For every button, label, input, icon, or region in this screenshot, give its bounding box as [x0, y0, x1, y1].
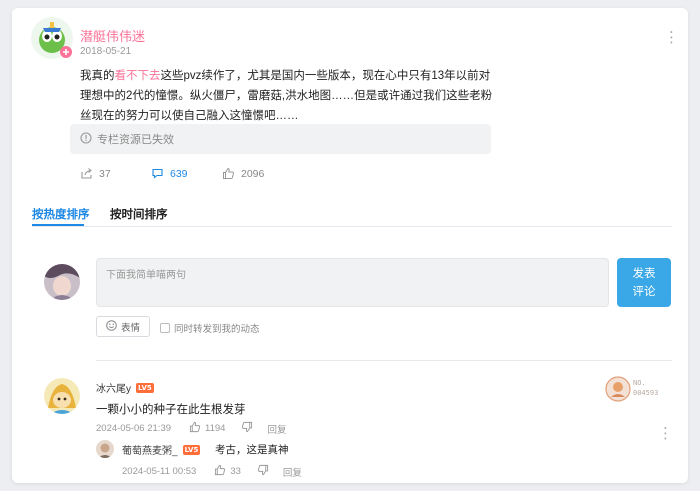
fan-number-value: 004593	[633, 389, 659, 397]
post-comment-button[interactable]: 发表 评论	[617, 258, 671, 307]
author-avatar[interactable]	[30, 16, 74, 60]
comment-time: 2024-05-06 21:39	[96, 423, 172, 434]
thumbs-down-icon	[241, 421, 253, 436]
post-text-highlight: 看不下去	[114, 70, 161, 82]
comment-like-button[interactable]: 1194	[189, 421, 225, 436]
reply-dislike-button[interactable]	[257, 464, 269, 479]
level-badge: LV5	[136, 382, 154, 393]
post-date: 2018-05-21	[80, 46, 132, 57]
expired-label: 专栏资源已失效	[97, 134, 174, 146]
comment-reply-button[interactable]: 回复	[267, 422, 286, 436]
post-text-start: 我真的	[80, 70, 115, 82]
post-comment-label: 发表 评论	[633, 265, 656, 301]
post-text: 我真的看不下去这些pvz续作了，尤其是国内一些版本，现在心中只有13年以前对理想…	[80, 66, 500, 126]
share-icon	[80, 167, 93, 180]
comment-count: 639	[170, 167, 188, 180]
composer-divider	[96, 360, 672, 361]
reply-user-name[interactable]: 葡萄燕麦粥_	[122, 442, 178, 457]
reply-time: 2024-05-11 00:53	[122, 466, 197, 477]
smiley-icon	[106, 319, 117, 334]
commenter-info: 冰六尾y LV5	[96, 380, 154, 395]
expired-resource-notice: 专栏资源已失效	[70, 124, 491, 154]
emoji-button[interactable]: 表情	[96, 316, 150, 337]
thumbs-up-icon	[189, 421, 201, 436]
thumbs-down-icon	[257, 464, 269, 479]
thumbs-up-icon	[214, 464, 226, 479]
post-comment-label-line2: 评论	[632, 285, 656, 298]
emoji-label: 表情	[120, 322, 140, 334]
thumbs-up-icon	[222, 167, 235, 180]
tab-hot[interactable]: 按热度排序	[32, 206, 90, 222]
tab-time[interactable]: 按时间排序	[110, 206, 168, 222]
share-count: 37	[99, 167, 111, 180]
reply-meta: 2024-05-11 00:53 33 回复	[122, 464, 302, 479]
reply-avatar[interactable]	[96, 440, 114, 458]
share-button[interactable]: 37	[80, 167, 111, 180]
current-user-avatar	[44, 264, 80, 300]
fan-number-badge: NO. 004593	[605, 374, 669, 404]
fan-number-prefix: NO.	[633, 379, 646, 387]
more-options-icon[interactable]: ⋮	[664, 30, 679, 45]
comment-button[interactable]: 639	[151, 167, 188, 180]
comment-input[interactable]	[96, 258, 609, 307]
repost-checkbox[interactable]	[160, 323, 170, 333]
commenter-avatar[interactable]	[44, 378, 80, 414]
repost-label: 同时转发到我的动态	[174, 324, 260, 335]
post-comment-label-line1: 发表	[632, 267, 656, 280]
commenter-name[interactable]: 冰六尾y	[96, 380, 131, 395]
reply-text: 考古，这是真神	[215, 444, 289, 456]
like-count: 2096	[241, 167, 265, 180]
like-button[interactable]: 2096	[222, 167, 264, 180]
comment-like-count: 1194	[205, 423, 226, 434]
comment-dislike-button[interactable]	[241, 421, 253, 436]
author-name[interactable]: 潜艇伟伟迷	[80, 26, 145, 45]
reply-like-button[interactable]: 33	[214, 464, 241, 479]
reply-reply-button[interactable]: 回复	[283, 465, 302, 479]
comment-icon	[151, 167, 164, 180]
comment-meta: 2024-05-06 21:39 1194 回复	[96, 421, 286, 436]
reply-user-info: 葡萄燕麦粥_ LV5	[122, 442, 201, 457]
reply-level-badge: LV5	[182, 444, 201, 455]
comment-text: 一颗小小的种子在此生根发芽	[96, 404, 246, 416]
tab-divider	[32, 226, 672, 227]
warning-icon	[80, 131, 92, 147]
repost-option[interactable]: 同时转发到我的动态	[160, 321, 260, 335]
reply-like-count: 33	[230, 466, 241, 477]
comment-more-icon[interactable]: ⋮	[658, 426, 673, 441]
post-card: 潜艇伟伟迷 2018-05-21 ⋮ 我真的看不下去这些pvz续作了，尤其是国内…	[12, 8, 688, 483]
